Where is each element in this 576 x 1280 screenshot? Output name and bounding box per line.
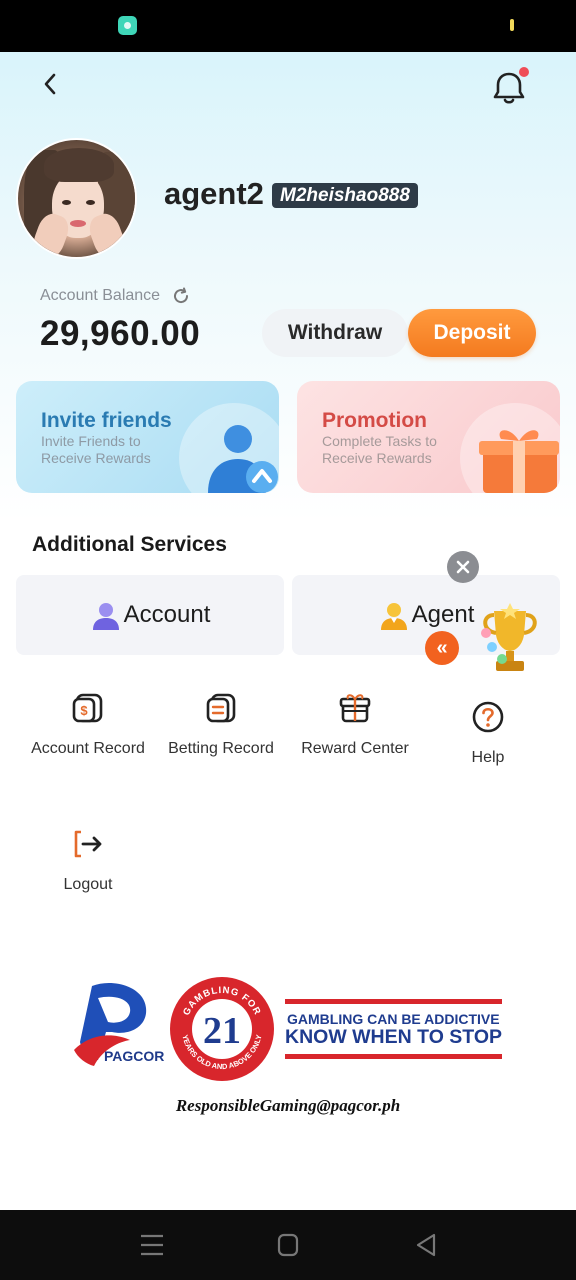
back-button[interactable] bbox=[30, 66, 70, 102]
warning-line-1: GAMBLING CAN BE ADDICTIVE bbox=[287, 1011, 500, 1027]
responsible-gaming-warning: GAMBLING CAN BE ADDICTIVE KNOW WHEN TO S… bbox=[285, 999, 502, 1061]
promotion-card-title: Promotion bbox=[322, 409, 427, 432]
betting-record-label: Betting Record bbox=[168, 740, 274, 757]
system-navigation-bar bbox=[0, 1210, 576, 1280]
battery-icon bbox=[510, 19, 514, 31]
close-floating-button[interactable] bbox=[447, 551, 479, 583]
agent-service-label: Agent bbox=[411, 601, 475, 628]
promotion-card-subtitle: Complete Tasks to Receive Rewards bbox=[322, 433, 437, 466]
close-icon bbox=[456, 560, 470, 574]
balance-label: Account Balance bbox=[40, 287, 161, 304]
user-code-badge: M2heishao888 bbox=[272, 183, 418, 208]
status-bar bbox=[0, 0, 576, 52]
invite-card-subtitle: Invite Friends to Receive Rewards bbox=[41, 433, 151, 466]
chevron-left-icon bbox=[44, 73, 56, 95]
avatar[interactable] bbox=[16, 138, 137, 259]
deposit-button[interactable]: Deposit bbox=[408, 309, 536, 357]
dollar-card-icon: $ bbox=[70, 690, 106, 726]
reward-center-label: Reward Center bbox=[301, 740, 409, 757]
additional-services-title: Additional Services bbox=[32, 533, 227, 556]
responsible-gaming-email: ResponsibleGaming@pagcor.ph bbox=[175, 1096, 401, 1115]
betting-record-item[interactable]: Betting Record bbox=[161, 690, 281, 758]
pagcor-wordmark: PAGCOR bbox=[104, 1048, 165, 1064]
trophy-icon[interactable] bbox=[476, 603, 544, 677]
list-card-icon bbox=[203, 690, 239, 726]
invite-card-title: Invite friends bbox=[41, 409, 172, 432]
logout-icon bbox=[70, 826, 106, 862]
warning-line-2: KNOW WHEN TO STOP bbox=[285, 1026, 503, 1048]
svg-text:21: 21 bbox=[203, 1010, 241, 1052]
withdraw-button[interactable]: Withdraw bbox=[262, 309, 408, 357]
reward-center-item[interactable]: Reward Center bbox=[295, 690, 415, 758]
account-person-icon bbox=[92, 603, 119, 630]
invite-user-icon bbox=[208, 425, 278, 493]
account-record-label: Account Record bbox=[31, 740, 145, 757]
logout-item[interactable]: Logout bbox=[28, 826, 148, 894]
svg-text:$: $ bbox=[80, 703, 88, 718]
question-icon bbox=[470, 699, 506, 735]
refresh-icon[interactable] bbox=[172, 287, 190, 305]
account-record-item[interactable]: $ Account Record bbox=[28, 690, 148, 758]
account-service-label: Account bbox=[123, 601, 211, 628]
notification-badge bbox=[519, 67, 529, 77]
account-service-button[interactable]: Account bbox=[16, 575, 284, 655]
agent-person-icon bbox=[380, 603, 407, 630]
collapse-floating-button[interactable]: « bbox=[425, 631, 459, 665]
promotion-card[interactable]: Promotion Complete Tasks to Receive Rewa… bbox=[297, 381, 560, 493]
app-notification-icon bbox=[118, 16, 137, 35]
help-item[interactable]: Help bbox=[428, 699, 548, 767]
back-triangle-icon[interactable] bbox=[412, 1232, 440, 1258]
age-21-badge: GAMBLING FOR YEARS OLD AND ABOVE ONLY 21 bbox=[170, 977, 274, 1081]
invite-friends-card[interactable]: Invite friends Invite Friends to Receive… bbox=[16, 381, 279, 493]
help-label: Help bbox=[471, 749, 505, 766]
balance-amount: 29,960.00 bbox=[40, 314, 201, 353]
home-icon[interactable] bbox=[274, 1232, 302, 1258]
menu-icon[interactable] bbox=[138, 1232, 166, 1258]
logout-label: Logout bbox=[63, 876, 113, 893]
username: agent2 bbox=[164, 176, 264, 211]
gift-box-icon bbox=[479, 430, 559, 493]
gift-icon bbox=[337, 690, 373, 726]
